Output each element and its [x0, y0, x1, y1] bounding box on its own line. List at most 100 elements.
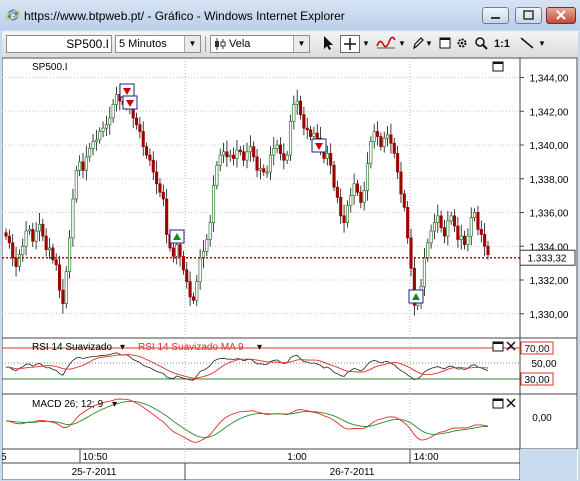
- candle-down: [134, 117, 139, 126]
- chart-canvas[interactable]: 1,344,00 1,342,00 1,340,00 1,338,00 1,336,00…: [2, 58, 578, 480]
- candle-down: [61, 289, 65, 304]
- time-label: 1:00: [287, 452, 307, 463]
- candle-down: [486, 245, 490, 256]
- candle-up: [175, 244, 179, 257]
- sell-signal-marker[interactable]: [311, 138, 327, 153]
- candle-down: [14, 257, 18, 267]
- candle-up: [426, 242, 430, 259]
- candle-down: [155, 171, 159, 185]
- candle-down: [476, 212, 480, 230]
- candle-up: [68, 237, 72, 272]
- candle-down: [406, 207, 410, 239]
- minimize-icon: [491, 17, 500, 19]
- price-panel[interactable]: [2, 58, 521, 339]
- symbol-input[interactable]: SP500.I: [6, 35, 112, 53]
- chevron-down-icon: ▼: [425, 39, 433, 48]
- candle-down: [178, 244, 182, 257]
- zoom-reset-button[interactable]: 1:1: [492, 35, 512, 53]
- zoom-button[interactable]: [474, 35, 488, 53]
- axis-corner: [520, 449, 577, 480]
- chart-style-select-value: Vela: [229, 38, 251, 50]
- chart-area[interactable]: 1,344,00 1,342,00 1,340,00 1,338,00 1,336,00…: [2, 58, 578, 480]
- candle-up: [235, 149, 239, 159]
- candle-up: [111, 104, 115, 119]
- candle-down: [4, 232, 8, 237]
- sell-signal-marker[interactable]: [122, 95, 138, 110]
- candle-down: [439, 215, 443, 229]
- candle-down: [332, 164, 336, 188]
- candle-down: [7, 235, 11, 244]
- chart-style-select[interactable]: Vela ▼: [210, 35, 310, 53]
- maximize-button[interactable]: [515, 7, 542, 24]
- crosshair-menu-button[interactable]: ▼: [362, 35, 370, 53]
- price-axis-label: 1,336,00: [530, 209, 569, 220]
- magnifier-icon: [475, 37, 488, 50]
- candle-up: [362, 190, 366, 203]
- candle-down: [191, 296, 195, 301]
- candle-down: [161, 191, 165, 200]
- tools-button[interactable]: [411, 35, 425, 53]
- candle-down: [225, 151, 229, 158]
- candle-down: [399, 171, 403, 195]
- minimize-button[interactable]: [482, 7, 509, 24]
- line-tool-menu-button[interactable]: ▼: [538, 35, 546, 53]
- chart-toolbar: SP500.I 5 Minutos ▼ Vela ▼ ▼ ▼ ▼ 1:1 ▼: [2, 31, 578, 58]
- candle-down: [278, 144, 283, 154]
- candle-up: [422, 257, 426, 288]
- candle-up: [98, 131, 102, 141]
- price-axis: [519, 58, 578, 339]
- window-title: https://www.btpweb.pt/ - Gráfico - Windo…: [24, 9, 345, 23]
- candle-up: [222, 151, 226, 156]
- candle-up: [198, 257, 202, 283]
- settings-button[interactable]: [455, 35, 469, 53]
- rsi-ma-dropdown-icon[interactable]: ▾: [257, 342, 262, 353]
- candle-up: [312, 132, 316, 137]
- tools-menu-button[interactable]: ▼: [425, 35, 433, 53]
- candle-up: [91, 141, 95, 149]
- panel-icon: [439, 37, 451, 49]
- indicators-button[interactable]: [376, 35, 398, 53]
- candle-down: [81, 161, 85, 171]
- candle-down: [329, 153, 333, 166]
- candle-up: [429, 230, 433, 244]
- interval-select[interactable]: 5 Minutos ▼: [115, 35, 201, 53]
- chevron-down-icon: ▼: [398, 39, 406, 48]
- candle-down: [238, 149, 242, 153]
- rsi-dropdown-icon[interactable]: ▾: [120, 342, 125, 353]
- candle-down: [302, 114, 306, 129]
- price-axis-label: 1,332,00: [530, 276, 569, 287]
- crosshair-tool-button[interactable]: [340, 35, 360, 53]
- candle-up: [228, 154, 232, 158]
- candle-up: [469, 217, 473, 237]
- pencil-tool-icon: [413, 37, 424, 50]
- panel-maximize-icon-bar: [493, 62, 503, 64]
- sell-signal-marker[interactable]: [119, 83, 135, 98]
- candle-down: [315, 132, 319, 139]
- candle-down: [342, 215, 346, 223]
- candle-up: [365, 163, 370, 191]
- pointer-tool-button[interactable]: [320, 35, 336, 53]
- line-tool-button[interactable]: [518, 35, 536, 53]
- date-label: 26-7-2011: [330, 467, 375, 478]
- indicators-menu-button[interactable]: ▼: [398, 35, 406, 53]
- buy-signal-marker[interactable]: [169, 229, 185, 244]
- maximize-icon: [523, 10, 534, 20]
- buy-signal-marker[interactable]: [408, 289, 424, 304]
- internet-explorer-icon: e: [6, 9, 20, 22]
- candle-up: [101, 127, 105, 132]
- candle-up: [432, 222, 436, 232]
- price-axis-label: 1,344,00: [530, 74, 569, 85]
- chevron-down-icon: ▼: [184, 36, 200, 52]
- candle-up: [372, 131, 376, 142]
- candle-up: [466, 235, 470, 245]
- macd-dropdown-icon[interactable]: ▾: [112, 399, 117, 410]
- close-button[interactable]: [546, 7, 576, 24]
- candle-down: [54, 259, 58, 266]
- candle-up: [74, 169, 78, 200]
- candle-down: [145, 146, 149, 156]
- candle-down: [355, 183, 360, 193]
- candle-up: [47, 247, 52, 250]
- candle-down: [335, 186, 339, 198]
- window-panel-button[interactable]: [438, 35, 452, 53]
- toolbar-separator: [205, 36, 206, 52]
